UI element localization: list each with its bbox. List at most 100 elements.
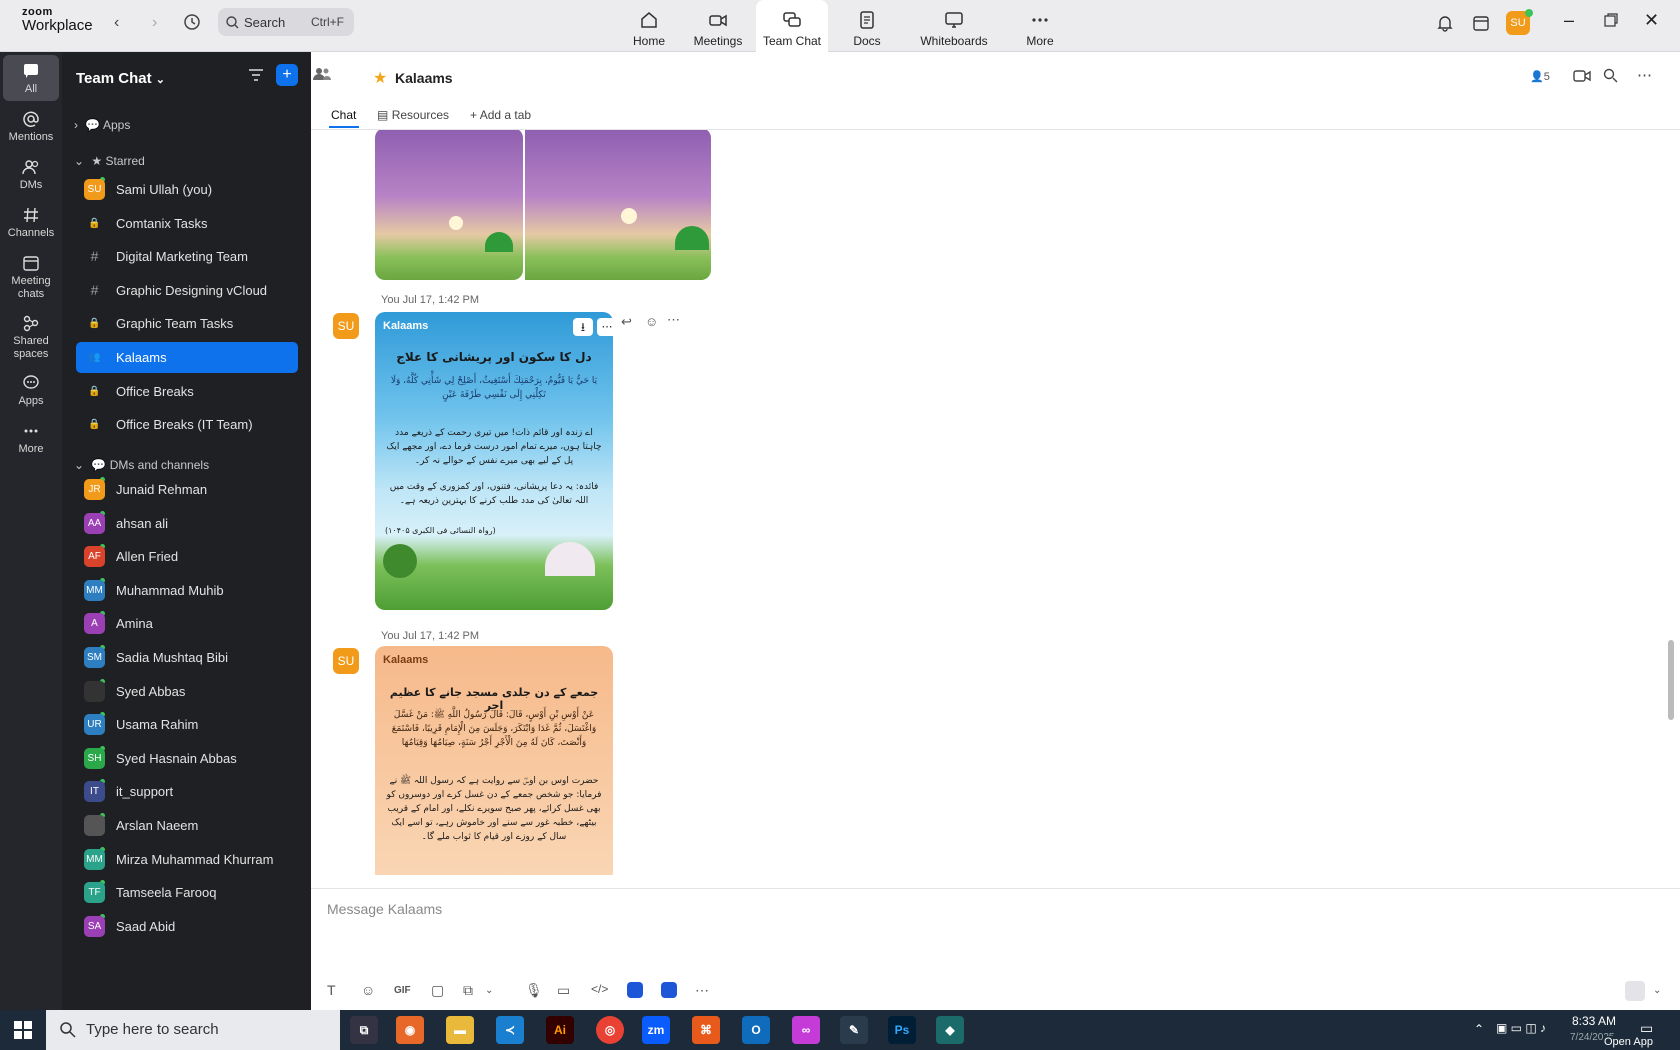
- image-attachment[interactable]: [375, 130, 523, 280]
- image-attachment[interactable]: Kalaams ⭳ ⋯ دل کا سکون اور پریشانی کا عل…: [375, 312, 613, 610]
- sidebar-item[interactable]: SA Saad Abid: [76, 911, 298, 942]
- image-attachment[interactable]: [525, 130, 711, 280]
- video-camera-icon[interactable]: [1573, 69, 1591, 88]
- emoji-icon[interactable]: ☺: [361, 982, 375, 998]
- rail-more[interactable]: More: [3, 422, 59, 456]
- sidebar-item[interactable]: SU Sami Ullah (you): [76, 174, 298, 205]
- tab-home[interactable]: Home: [618, 0, 680, 52]
- task-view-icon[interactable]: ⧉: [350, 1016, 378, 1044]
- sidebar-item[interactable]: MM Muhammad Muhib: [76, 575, 298, 606]
- sidebar-item[interactable]: 👥 Kalaams: [76, 342, 298, 373]
- search-icon[interactable]: [1603, 68, 1618, 88]
- minimize-icon[interactable]: –: [1564, 10, 1574, 31]
- firefox-icon[interactable]: ◉: [396, 1016, 424, 1044]
- attach-file-icon[interactable]: ▢: [431, 982, 444, 999]
- sidebar-item[interactable]: JR Junaid Rehman: [76, 474, 298, 505]
- notifications-icon[interactable]: ▭: [1640, 1020, 1653, 1037]
- close-icon[interactable]: ✕: [1644, 10, 1659, 31]
- screenshot-icon[interactable]: ⧉: [463, 982, 473, 999]
- text-format-icon[interactable]: T: [327, 982, 336, 998]
- sidebar-item[interactable]: AF Allen Fried: [76, 541, 298, 572]
- sidebar-title[interactable]: Team Chat ⌄: [76, 70, 165, 87]
- chevron-down-icon[interactable]: ⌄: [485, 985, 493, 996]
- rail-all[interactable]: All: [3, 55, 59, 101]
- sidebar-item[interactable]: # Digital Marketing Team: [76, 241, 298, 272]
- taskbar-search[interactable]: Type here to search: [46, 1010, 340, 1050]
- rail-mentions[interactable]: Mentions: [3, 110, 59, 144]
- emoji-reaction-icon[interactable]: ☺: [645, 314, 658, 329]
- rail-meeting-chats[interactable]: Meeting chats: [3, 254, 59, 301]
- microphone-icon[interactable]: 🎙: [525, 982, 543, 999]
- chrome-icon[interactable]: ◎: [596, 1016, 624, 1044]
- back-arrow-icon[interactable]: ‹: [114, 14, 119, 32]
- sidebar-item[interactable]: SM Sadia Mushtaq Bibi: [76, 642, 298, 673]
- section-apps[interactable]: › 💬 Apps: [74, 118, 130, 132]
- rail-apps[interactable]: Apps: [3, 374, 59, 408]
- more-options-icon[interactable]: ⋯: [1637, 66, 1652, 84]
- maximize-icon[interactable]: [1604, 13, 1618, 32]
- zoom-icon[interactable]: zm: [642, 1016, 670, 1044]
- sidebar-item[interactable]: A Amina: [76, 608, 298, 639]
- sidebar-item[interactable]: Arslan Naeem: [76, 810, 298, 841]
- app-icon[interactable]: [661, 982, 677, 998]
- video-message-icon[interactable]: ▭: [557, 982, 570, 999]
- calendar-icon[interactable]: [1472, 14, 1490, 37]
- sidebar-item[interactable]: AA ahsan ali: [76, 508, 298, 539]
- tab-whiteboards[interactable]: Whiteboards: [906, 0, 1002, 52]
- bell-icon[interactable]: [1436, 14, 1454, 37]
- scrollbar-thumb[interactable]: [1668, 640, 1674, 720]
- rail-channels[interactable]: Channels: [3, 206, 59, 240]
- sidebar-item[interactable]: # Graphic Designing vCloud: [76, 275, 298, 306]
- sidebar-item[interactable]: 🔒 Comtanix Tasks: [76, 208, 298, 239]
- pen-tool-icon[interactable]: ✎: [840, 1016, 868, 1044]
- add-tab-button[interactable]: + Add a tab: [470, 108, 531, 122]
- forward-arrow-icon[interactable]: ›: [152, 14, 157, 32]
- xampp-icon[interactable]: ⌘: [692, 1016, 720, 1044]
- windows-start-icon[interactable]: [14, 1021, 32, 1044]
- app-icon[interactable]: ◆: [936, 1016, 964, 1044]
- new-chat-button[interactable]: +: [276, 64, 298, 86]
- sender-avatar[interactable]: SU: [333, 313, 359, 339]
- reply-thread-icon[interactable]: ↩: [621, 314, 632, 330]
- app-icon[interactable]: [627, 982, 643, 998]
- more-options-icon[interactable]: ⋯: [597, 318, 613, 336]
- sidebar-item[interactable]: 🔒 Graphic Team Tasks: [76, 308, 298, 339]
- sidebar-item[interactable]: 🔒 Office Breaks: [76, 376, 298, 407]
- sidebar-item[interactable]: TF Tamseela Farooq: [76, 877, 298, 908]
- channel-title[interactable]: Kalaams: [395, 70, 453, 86]
- tray-icons[interactable]: ▣ ▭ ◫ ♪: [1496, 1021, 1546, 1035]
- sidebar-item[interactable]: SH Syed Hasnain Abbas: [76, 743, 298, 774]
- section-starred[interactable]: ⌄ ★ Starred: [74, 154, 145, 168]
- gif-button[interactable]: GIF: [394, 985, 411, 996]
- illustrator-icon[interactable]: Ai: [546, 1016, 574, 1044]
- tab-chat[interactable]: Chat: [331, 108, 356, 122]
- search-input[interactable]: Search Ctrl+F: [218, 8, 354, 36]
- tab-more[interactable]: More: [1006, 0, 1074, 52]
- sidebar-item[interactable]: Syed Abbas: [76, 676, 298, 707]
- history-icon[interactable]: [183, 13, 201, 36]
- code-snippet-icon[interactable]: </>: [591, 982, 608, 996]
- star-icon[interactable]: ★: [373, 68, 387, 88]
- photoshop-icon[interactable]: Ps: [888, 1016, 916, 1044]
- member-count[interactable]: 👤5: [1530, 70, 1550, 83]
- vscode-icon[interactable]: ≺: [496, 1016, 524, 1044]
- send-button[interactable]: [1625, 981, 1645, 1001]
- filter-icon[interactable]: [248, 68, 264, 87]
- tab-team-chat[interactable]: Team Chat: [756, 0, 828, 52]
- tab-docs[interactable]: Docs: [832, 0, 902, 52]
- file-explorer-icon[interactable]: ▬: [446, 1016, 474, 1044]
- image-attachment[interactable]: Kalaams جمعے کے دن جلدی مسجد جانے کا عظی…: [375, 646, 613, 875]
- tray-chevron-up-icon[interactable]: ⌃: [1474, 1022, 1484, 1036]
- rail-dms[interactable]: DMs: [3, 158, 59, 192]
- section-dms[interactable]: ⌄ 💬 DMs and channels: [74, 458, 209, 472]
- tab-meetings[interactable]: Meetings: [684, 0, 752, 52]
- sidebar-item[interactable]: IT it_support: [76, 776, 298, 807]
- message-input[interactable]: Message Kalaams: [327, 901, 442, 917]
- sidebar-item[interactable]: UR Usama Rahim: [76, 709, 298, 740]
- sidebar-item[interactable]: MM Mirza Muhammad Khurram: [76, 844, 298, 875]
- sender-avatar[interactable]: SU: [333, 648, 359, 674]
- rail-shared-spaces[interactable]: Shared spaces: [3, 314, 59, 361]
- download-icon[interactable]: ⭳: [573, 318, 593, 336]
- open-app-label[interactable]: Open App: [1604, 1036, 1653, 1048]
- tab-resources[interactable]: ▤ Resources: [377, 108, 449, 122]
